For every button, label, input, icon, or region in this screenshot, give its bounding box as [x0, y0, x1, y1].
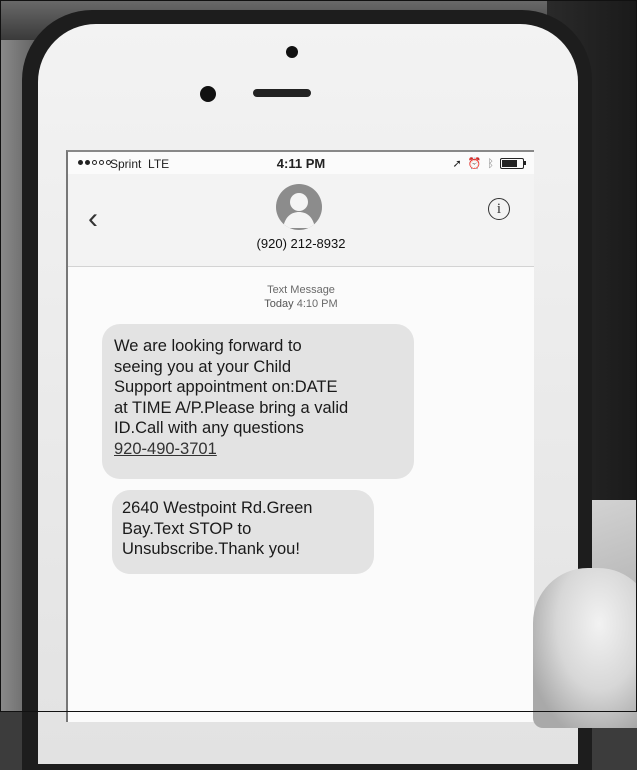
- message-line: seeing you at your Child: [114, 357, 292, 376]
- chevron-left-icon[interactable]: ‹: [88, 204, 98, 234]
- message-line: 2640 Westpoint Rd.Green: [122, 499, 313, 517]
- message-line: Support appointment on:DATE: [114, 378, 338, 397]
- message-bubble[interactable]: We are looking forward to seeing you at …: [102, 324, 414, 479]
- location-arrow-icon: ➚: [452, 158, 462, 170]
- person-silhouette-icon[interactable]: [276, 184, 322, 230]
- message-line: Bay.Text STOP to: [122, 519, 252, 538]
- status-icons: ➚ ⏰ ᛒ: [452, 157, 526, 170]
- message-line: at TIME A/P.Please bring a valid: [114, 398, 349, 417]
- phone-screen: Sprint LTE 4:11 PM ➚ ⏰ ᛒ ‹ (920) 212-893…: [66, 150, 534, 722]
- message-line: Unsubscribe.Thank you!: [122, 540, 300, 559]
- sensor-icon: [200, 86, 216, 102]
- message-line: ID.Call with any questions: [114, 419, 304, 438]
- conversation-header: ‹ (920) 212-8932 i: [68, 174, 534, 267]
- bluetooth-icon: ᛒ: [487, 157, 494, 170]
- timestamp: Today 4:10 PM: [68, 297, 534, 311]
- message-meta: Text Message Today 4:10 PM: [68, 283, 534, 311]
- timestamp-day: Today: [264, 298, 294, 310]
- message-bubble[interactable]: 2640 Westpoint Rd.Green Bay.Text STOP to…: [112, 490, 374, 574]
- alarm-icon: ⏰: [467, 158, 482, 170]
- phone-link[interactable]: 920-490-3701: [114, 439, 402, 460]
- service-label: Text Message: [267, 284, 335, 296]
- thumb: [533, 568, 637, 728]
- timestamp-time: 4:10 PM: [296, 298, 338, 310]
- status-bar: Sprint LTE 4:11 PM ➚ ⏰ ᛒ: [68, 152, 534, 174]
- speaker-grille: [253, 89, 311, 97]
- battery-icon: [500, 158, 526, 169]
- message-line: We are looking forward to: [114, 337, 302, 355]
- info-icon[interactable]: i: [488, 198, 510, 220]
- contact-number[interactable]: (920) 212-8932: [68, 236, 534, 251]
- camera-icon: [286, 46, 298, 58]
